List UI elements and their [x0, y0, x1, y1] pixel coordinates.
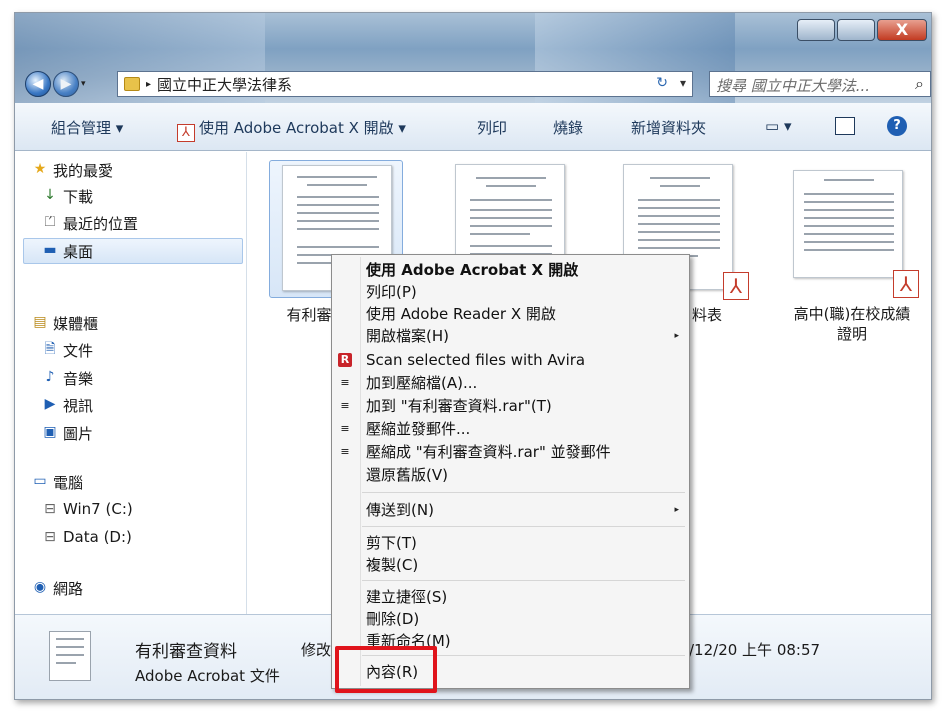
views-button[interactable]: ▭ ▾ [765, 117, 791, 135]
print-button[interactable]: 列印 [477, 117, 507, 138]
pdf-badge-icon: ⅄ [893, 270, 919, 298]
submenu-arrow-icon: ▸ [674, 331, 679, 341]
drive-d-icon: ⊟ [44, 529, 56, 545]
back-button[interactable]: ◀ [25, 71, 51, 97]
search-icon[interactable]: ⌕ [915, 74, 924, 94]
details-file-type: Adobe Acrobat 文件 [135, 667, 280, 685]
file-label[interactable]: 高中(職)在校成績 證明 [777, 304, 927, 344]
network-icon: ◉ [33, 579, 47, 595]
menu-item-cut[interactable]: 剪下(T) [366, 532, 417, 554]
recent-places-icon: ⏍ [44, 214, 56, 230]
address-bar[interactable]: ▸ 國立中正大學法律系 ↻ ▾ [117, 71, 693, 97]
menu-item-copy[interactable]: 複製(C) [366, 554, 418, 576]
menu-separator [362, 580, 685, 581]
menu-item-avira-scan[interactable]: Scan selected files with Avira [366, 349, 585, 371]
menu-item-create-shortcut[interactable]: 建立捷徑(S) [366, 586, 447, 608]
sidebar-item-libraries[interactable]: 媒體櫃 [53, 313, 98, 334]
details-modified-label: 修改 [301, 641, 332, 659]
file-thumbnail[interactable]: ⅄ [781, 160, 919, 298]
breadcrumb-path[interactable]: 國立中正大學法律系 [157, 74, 292, 95]
winrar-icon: ≡ [340, 399, 350, 412]
screenshot-frame: X ◀ ▶ ▾ ▸ 國立中正大學法律系 ↻ ▾ 搜尋 國立中正大學法... ⌕ … [0, 0, 943, 711]
menu-gutter [360, 257, 361, 686]
command-bar: 組合管理 ▾ ⅄ 使用 Adobe Acrobat X 開啟 ▾ 列印 燒錄 新增… [15, 103, 931, 151]
details-thumbnail [49, 631, 91, 681]
sidebar-item-documents[interactable]: 文件 [63, 340, 93, 361]
star-icon: ★ [33, 161, 47, 177]
explorer-window: X ◀ ▶ ▾ ▸ 國立中正大學法律系 ↻ ▾ 搜尋 國立中正大學法... ⌕ … [14, 12, 932, 700]
libraries-icon: ▤ [33, 314, 47, 330]
music-icon: ♪ [45, 369, 55, 385]
sidebar-item-downloads[interactable]: 下載 [63, 186, 93, 207]
document-preview [793, 170, 903, 278]
title-bar: X ◀ ▶ ▾ ▸ 國立中正大學法律系 ↻ ▾ 搜尋 國立中正大學法... ⌕ [15, 13, 931, 103]
details-file-name: 有利審查資料 [135, 642, 237, 662]
folder-icon [124, 77, 140, 91]
desktop-icon: ▬ [43, 242, 57, 258]
preview-pane-icon[interactable] [835, 117, 855, 135]
menu-item-open-reader[interactable]: 使用 Adobe Reader X 開啟 [366, 303, 556, 325]
minimize-button[interactable] [797, 19, 835, 41]
menu-item-open-with[interactable]: 開啟檔案(H) [366, 325, 449, 347]
documents-icon: 🗎 [44, 341, 56, 357]
sidebar-item-desktop[interactable]: 桌面 [63, 241, 93, 262]
burn-button[interactable]: 燒錄 [553, 117, 583, 138]
sidebar-item-drive-c[interactable]: Win7 (C:) [63, 500, 133, 518]
menu-item-restore-previous[interactable]: 還原舊版(V) [366, 464, 448, 486]
sidebar-item-recent-places[interactable]: 最近的位置 [63, 213, 138, 234]
downloads-icon: ↓ [44, 187, 56, 203]
videos-icon: ▶ [44, 396, 56, 412]
sidebar-item-drive-d[interactable]: Data (D:) [63, 528, 132, 546]
context-menu: 使用 Adobe Acrobat X 開啟 列印(P) 使用 Adobe Rea… [331, 254, 690, 689]
winrar-icon: ≡ [340, 376, 350, 389]
drive-c-icon: ⊟ [44, 501, 56, 517]
menu-item-compress-email[interactable]: 壓縮並發郵件... [366, 418, 470, 440]
details-modified-date: /12/20 上午 08:57 [689, 641, 821, 659]
file-label-line: 高中(職)在校成績 [793, 305, 911, 323]
open-with-acrobat-label: 使用 Adobe Acrobat X 開啟 ▾ [199, 119, 406, 137]
computer-icon: ▭ [33, 473, 47, 489]
breadcrumb-arrow-icon[interactable]: ▸ [146, 79, 151, 90]
avira-icon: R [338, 353, 352, 367]
file-label[interactable]: 有利審 [279, 304, 339, 325]
maximize-button[interactable] [837, 19, 875, 41]
menu-item-add-rar[interactable]: 加到 "有利審查資料.rar"(T) [366, 395, 552, 417]
navigation-row: ◀ ▶ ▾ ▸ 國立中正大學法律系 ↻ ▾ 搜尋 國立中正大學法... ⌕ [25, 69, 931, 99]
menu-item-add-archive[interactable]: 加到壓縮檔(A)... [366, 372, 477, 394]
address-dropdown[interactable]: ▾ [680, 76, 686, 90]
menu-item-print[interactable]: 列印(P) [366, 281, 417, 303]
close-button[interactable]: X [877, 19, 927, 41]
sidebar-item-favorites[interactable]: 我的最愛 [53, 160, 113, 181]
pdf-badge-icon: ⅄ [723, 272, 749, 300]
organize-button[interactable]: 組合管理 ▾ [51, 117, 123, 138]
open-with-acrobat-button[interactable]: ⅄ 使用 Adobe Acrobat X 開啟 ▾ [177, 117, 406, 142]
sidebar-item-music[interactable]: 音樂 [63, 368, 93, 389]
sidebar-item-pictures[interactable]: 圖片 [63, 423, 93, 444]
menu-item-send-to[interactable]: 傳送到(N) [366, 499, 434, 521]
sidebar-item-network[interactable]: 網路 [53, 578, 83, 599]
search-input[interactable]: 搜尋 國立中正大學法... ⌕ [709, 71, 931, 97]
pdf-icon: ⅄ [177, 124, 195, 142]
menu-item-compress-rar-email[interactable]: 壓縮成 "有利審查資料.rar" 並發郵件 [366, 441, 611, 463]
winrar-icon: ≡ [340, 422, 350, 435]
recent-pages-dropdown[interactable]: ▾ [81, 79, 86, 89]
winrar-icon: ≡ [340, 445, 350, 458]
window-controls: X [797, 19, 927, 41]
submenu-arrow-icon: ▸ [674, 505, 679, 515]
search-placeholder: 搜尋 國立中正大學法... [716, 77, 871, 95]
navigation-pane: ★ 我的最愛 ↓ 下載 ⏍ 最近的位置 ▬ 桌面 ▤ 媒體櫃 🗎 文件 ♪ 音樂… [15, 152, 247, 614]
sidebar-item-videos[interactable]: 視訊 [63, 395, 93, 416]
menu-separator [362, 526, 685, 527]
menu-separator [362, 492, 685, 493]
menu-item-delete[interactable]: 刪除(D) [366, 608, 419, 630]
sidebar-item-computer[interactable]: 電腦 [53, 472, 83, 493]
new-folder-button[interactable]: 新增資料夾 [631, 117, 706, 138]
menu-item-open-acrobat[interactable]: 使用 Adobe Acrobat X 開啟 [366, 259, 578, 281]
help-icon[interactable]: ? [887, 116, 907, 136]
forward-button[interactable]: ▶ [53, 71, 79, 97]
file-label-line: 證明 [836, 325, 867, 343]
pictures-icon: ▣ [43, 424, 57, 440]
refresh-icon[interactable]: ↻ [656, 75, 668, 91]
properties-highlight-box [335, 646, 437, 693]
